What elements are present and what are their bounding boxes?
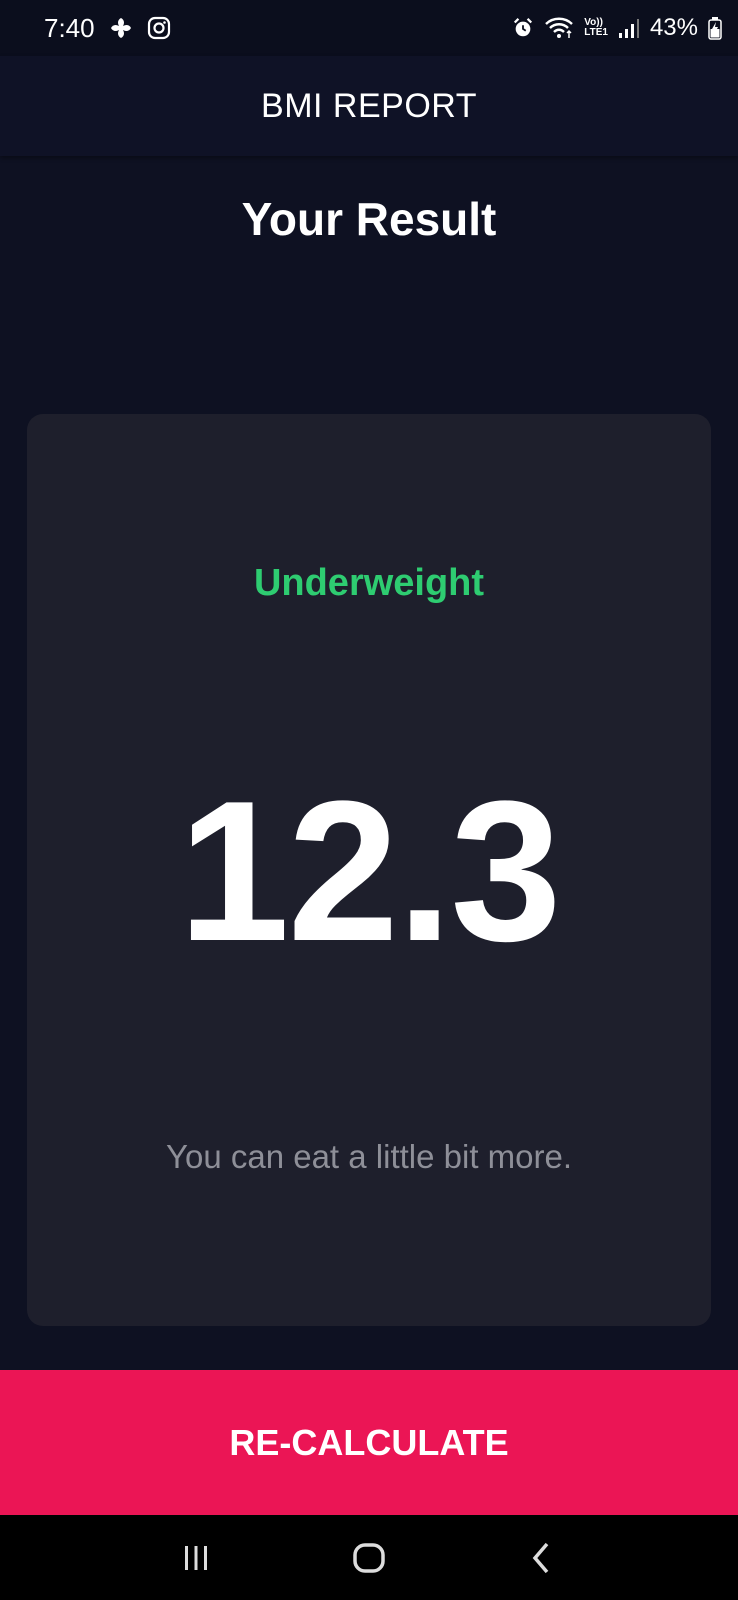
home-icon bbox=[353, 1542, 385, 1573]
recent-apps-icon bbox=[185, 1545, 208, 1570]
pinwheel-icon bbox=[109, 16, 133, 40]
bmi-advice-message: You can eat a little bit more. bbox=[165, 1138, 573, 1175]
app-bar: BMI REPORT bbox=[0, 56, 738, 156]
status-right: Vo)) LTE1 43% bbox=[512, 14, 722, 42]
navigation-bar bbox=[0, 1515, 738, 1600]
page-title: Your Result bbox=[241, 193, 497, 245]
bmi-status-label: Underweight bbox=[253, 562, 485, 604]
back-icon bbox=[532, 1542, 548, 1573]
recalculate-button[interactable]: RE-CALCULATE bbox=[0, 1370, 738, 1515]
result-card: Underweight 12.3 You can eat a little bi… bbox=[27, 414, 711, 1326]
battery-charging-icon bbox=[708, 16, 722, 40]
battery-percent: 43% bbox=[649, 14, 698, 41]
volte-label-bottom: LTE1 bbox=[584, 27, 608, 38]
signal-icon bbox=[618, 17, 640, 39]
status-left: 7:40 bbox=[44, 13, 171, 44]
screen: 7:40 Vo)) LTE1 43% BMI REPORT Your Resul… bbox=[0, 0, 738, 1600]
app-bar-title: BMI REPORT bbox=[261, 86, 477, 125]
instagram-icon bbox=[147, 16, 171, 40]
recent-apps-button[interactable] bbox=[166, 1528, 226, 1588]
back-button[interactable] bbox=[512, 1528, 572, 1588]
status-bar: 7:40 Vo)) LTE1 43% bbox=[0, 0, 738, 56]
volte-icon: Vo)) LTE1 bbox=[584, 18, 608, 38]
home-button[interactable] bbox=[339, 1528, 399, 1588]
wifi-icon bbox=[544, 16, 574, 40]
status-time: 7:40 bbox=[44, 12, 95, 43]
bmi-value: 12.3 bbox=[178, 760, 561, 983]
alarm-icon bbox=[512, 17, 534, 39]
